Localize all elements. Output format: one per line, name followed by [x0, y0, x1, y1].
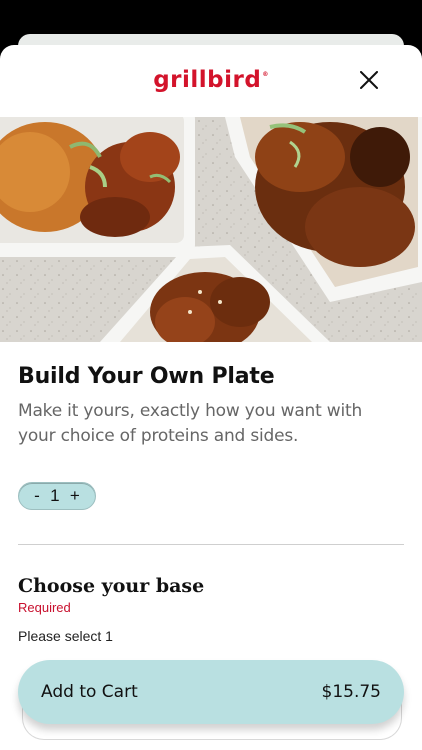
cart-price: $15.75	[321, 682, 381, 702]
close-icon	[360, 71, 378, 89]
quantity-stepper[interactable]: - 1 +	[18, 482, 96, 510]
decrement-button[interactable]: -	[34, 486, 40, 506]
modal-header: grillbird®	[0, 45, 422, 117]
add-to-cart-button[interactable]: Add to Cart $15.75	[18, 660, 404, 724]
product-title: Build Your Own Plate	[18, 364, 275, 389]
product-modal: grillbird® Build Your Own Plate Make it …	[0, 45, 422, 750]
close-button[interactable]	[360, 71, 378, 89]
product-description: Make it yours, exactly how you want with…	[18, 401, 363, 446]
product-image	[0, 117, 422, 342]
quantity-value: 1	[50, 486, 60, 505]
product-details: Build Your Own Plate Make it yours, exac…	[18, 342, 404, 644]
divider	[18, 544, 404, 545]
add-to-cart-label: Add to Cart	[41, 682, 138, 702]
increment-button[interactable]: +	[70, 486, 80, 506]
section-title: Choose your base	[18, 575, 205, 597]
brand-logo: grillbird®	[153, 67, 269, 93]
required-label: Required	[18, 600, 71, 615]
selection-hint: Please select 1	[18, 628, 113, 644]
